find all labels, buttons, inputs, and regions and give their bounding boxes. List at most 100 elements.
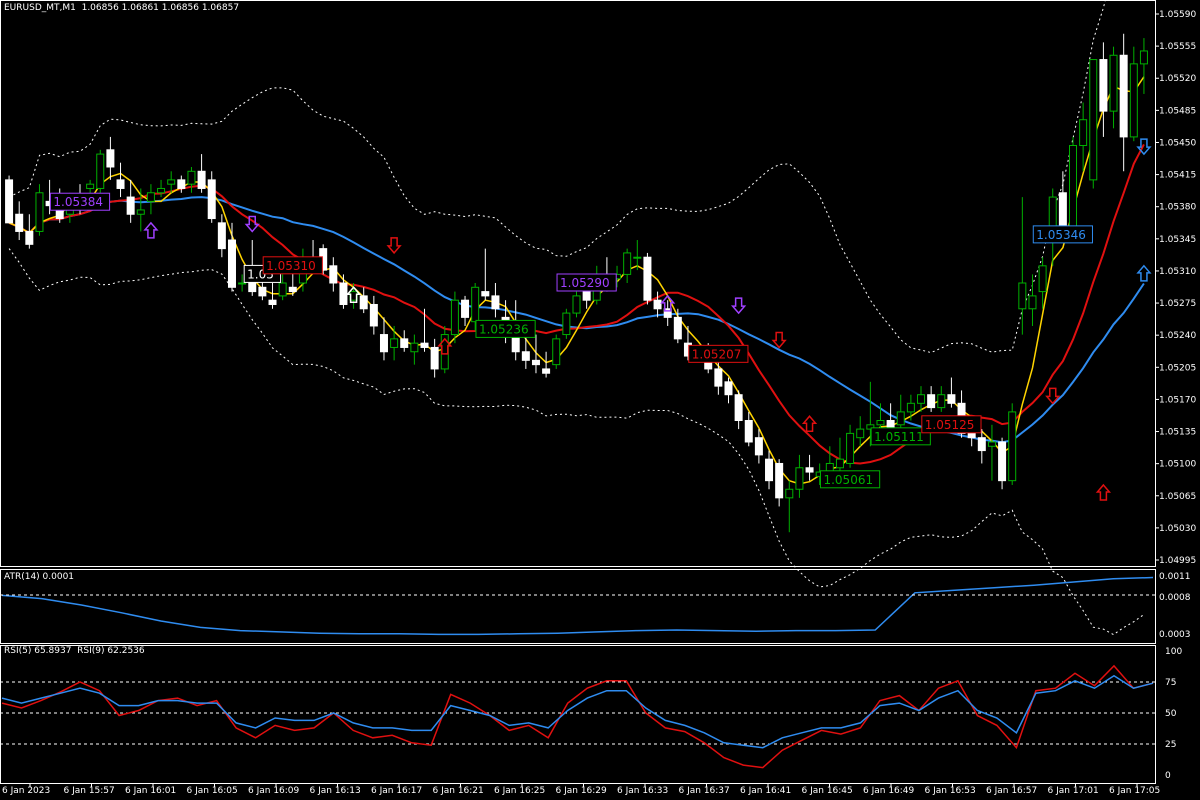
candle-body[interactable] (35, 192, 44, 232)
candle-body[interactable] (329, 265, 338, 284)
candle-body[interactable] (136, 209, 145, 215)
candle-body[interactable] (977, 437, 986, 452)
candle-body[interactable] (177, 179, 186, 189)
candle-body[interactable] (238, 282, 247, 285)
time-tick-label: 6 Jan 17:05 (1109, 786, 1160, 796)
candle-body[interactable] (410, 342, 419, 353)
candle-body[interactable] (126, 196, 135, 215)
candle-body[interactable] (400, 338, 409, 348)
candle-body[interactable] (998, 441, 1007, 482)
candle-body[interactable] (25, 230, 34, 245)
candle-body[interactable] (268, 299, 277, 305)
candle-body[interactable] (835, 458, 844, 469)
candle-body[interactable] (805, 467, 814, 473)
candle-body[interactable] (390, 338, 399, 348)
candle-body[interactable] (754, 437, 763, 456)
candle-body[interactable] (359, 295, 368, 310)
candle-body[interactable] (217, 222, 226, 250)
candle-body[interactable] (227, 239, 236, 288)
candle-body[interactable] (937, 394, 946, 409)
candle-body[interactable] (1018, 282, 1027, 310)
candle-body[interactable] (724, 381, 733, 396)
candle-body[interactable] (146, 192, 155, 202)
candle-body[interactable] (167, 179, 176, 185)
candle-body[interactable] (673, 316, 682, 340)
time-tick-label: 6 Jan 16:01 (125, 786, 176, 796)
price-tag-label: 1.05236 (479, 322, 529, 336)
candle-body[interactable] (1008, 411, 1017, 482)
candle-body[interactable] (116, 179, 125, 189)
candle-body[interactable] (86, 183, 95, 189)
candle-body[interactable] (1089, 59, 1098, 181)
candle-body[interactable] (987, 441, 996, 447)
atr-tick-label: 0.0003 (1159, 630, 1191, 640)
candle-body[interactable] (157, 187, 166, 194)
candle-body[interactable] (1069, 145, 1078, 232)
candle-body[interactable] (623, 252, 632, 275)
candle-body[interactable] (795, 467, 804, 490)
price-tick-label: 1.05380 (1159, 203, 1196, 213)
rsi-panel-header: RSI(5) 65.8937 RSI(9) 62.2536 (4, 646, 145, 656)
candle-body[interactable] (1028, 295, 1037, 310)
candle-body[interactable] (775, 462, 784, 499)
candle-body[interactable] (15, 213, 24, 232)
candle-body[interactable] (369, 303, 378, 327)
candle-body[interactable] (278, 282, 287, 297)
candle-body[interactable] (420, 342, 429, 348)
candle-body[interactable] (572, 295, 581, 314)
candle-body[interactable] (461, 299, 470, 318)
candle-body[interactable] (258, 286, 267, 297)
candle-body[interactable] (531, 359, 540, 366)
chart-canvas[interactable]: 1.05590 1.05555 1.05520 1.05485 1.05450 1.054… (0, 0, 1200, 796)
candle-body[interactable] (714, 368, 723, 387)
candle-body[interactable] (450, 299, 459, 336)
candle-body[interactable] (187, 170, 196, 185)
candle-body[interactable] (906, 402, 915, 413)
candle-body[interactable] (785, 488, 794, 499)
candle-body[interactable] (927, 394, 936, 409)
candle-body[interactable] (481, 291, 490, 297)
candle-body[interactable] (947, 394, 956, 404)
candle-body[interactable] (552, 338, 561, 366)
candle-body[interactable] (856, 428, 865, 439)
price-tag-label: 1.05125 (925, 418, 975, 432)
candle-body[interactable] (379, 334, 388, 353)
candle-body[interactable] (643, 256, 652, 301)
rsi-panel-frame (0, 645, 1156, 784)
candle-body[interactable] (896, 411, 905, 426)
candle-body[interactable] (288, 286, 297, 293)
candle-body[interactable] (744, 420, 753, 443)
candle-body[interactable] (876, 420, 885, 426)
candle-body[interactable] (1038, 265, 1047, 293)
candle-body[interactable] (1079, 119, 1088, 146)
candle-body[interactable] (734, 394, 743, 421)
candle-body[interactable] (96, 153, 105, 189)
candle-body[interactable] (633, 256, 642, 259)
time-tick-label: 6 Jan 16:21 (433, 786, 484, 796)
signal-arrow-down-icon (386, 237, 402, 255)
price-tick-label: 1.04995 (1159, 556, 1196, 566)
candle-body[interactable] (765, 458, 774, 482)
candle-body[interactable] (197, 170, 206, 189)
candle-body[interactable] (5, 179, 14, 224)
candle-body[interactable] (430, 346, 439, 370)
candle-body[interactable] (339, 282, 348, 305)
candle-body[interactable] (562, 312, 571, 336)
candle-body[interactable] (917, 394, 926, 404)
candle-body[interactable] (653, 299, 662, 310)
candle-body[interactable] (521, 351, 530, 361)
candle-body[interactable] (542, 368, 551, 374)
candle-body[interactable] (491, 295, 500, 310)
candle-body[interactable] (1139, 50, 1148, 65)
candle-body[interactable] (1129, 63, 1138, 138)
candle-body[interactable] (1099, 59, 1108, 112)
candle-body[interactable] (1109, 54, 1118, 112)
candle-body[interactable] (471, 286, 480, 323)
candle-body[interactable] (1119, 54, 1128, 138)
candle-body[interactable] (207, 179, 216, 220)
trading-chart-window[interactable]: 1.05590 1.05555 1.05520 1.05485 1.05450 1.054… (0, 0, 1200, 796)
candle-body[interactable] (106, 149, 115, 168)
signal-arrow-up-icon (1136, 264, 1152, 282)
candle-body[interactable] (846, 432, 855, 464)
candle-body[interactable] (582, 291, 591, 301)
